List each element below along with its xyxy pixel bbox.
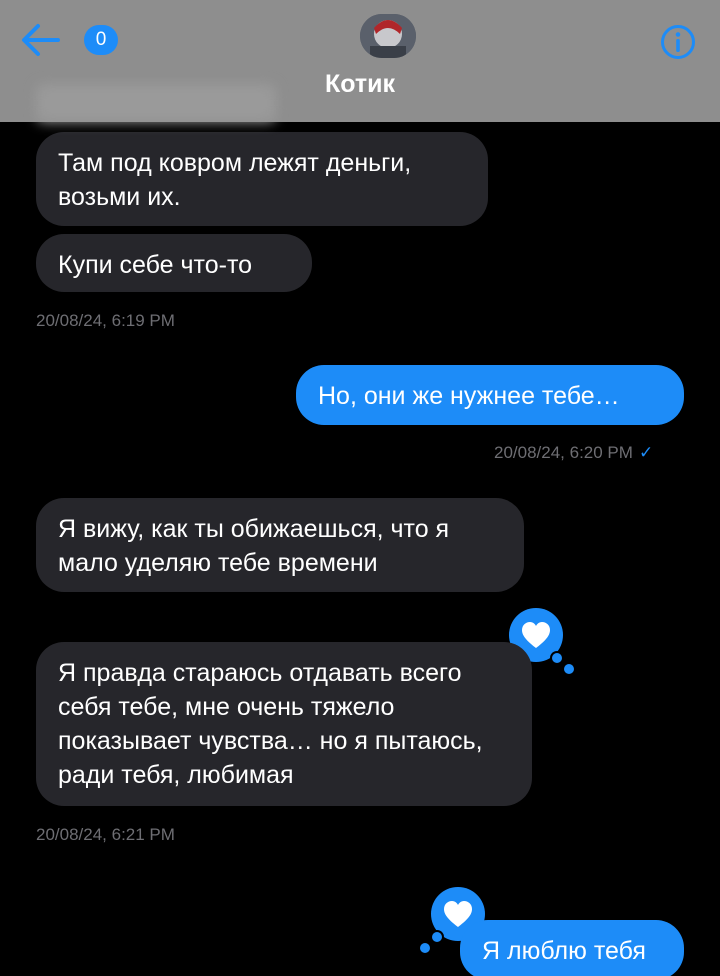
read-check-icon: ✓ [638,443,654,462]
avatar[interactable] [360,14,416,58]
message-bubble-incoming[interactable]: Купи себе что-то [36,234,312,292]
message-bubble-incoming[interactable]: Я вижу, как ты обижаешься, что я мало уд… [36,498,524,592]
message-timestamp: 20/08/24, 6:20 PM ✓ [494,443,653,463]
chat-header: 0 Котик [0,0,720,122]
info-icon[interactable] [660,24,696,60]
chat-title[interactable]: Котик [0,70,720,99]
unread-counter-badge: 0 [84,25,118,55]
message-bubble-outgoing[interactable]: Но, они же нужнее тебе… [296,365,684,425]
timestamp-text: 20/08/24, 6:20 PM [494,443,633,462]
message-timestamp: 20/08/24, 6:19 PM [36,311,175,330]
message-bubble-outgoing[interactable]: Я люблю тебя [460,920,684,976]
back-arrow-icon[interactable] [20,22,62,58]
message-timestamp: 20/08/24, 6:21 PM [36,825,175,844]
message-bubble-incoming[interactable]: Там под ковром лежят деньги, возьми их. [36,132,488,226]
message-bubble-incoming[interactable]: Я правда стараюсь отдавать всего себя те… [36,642,532,806]
